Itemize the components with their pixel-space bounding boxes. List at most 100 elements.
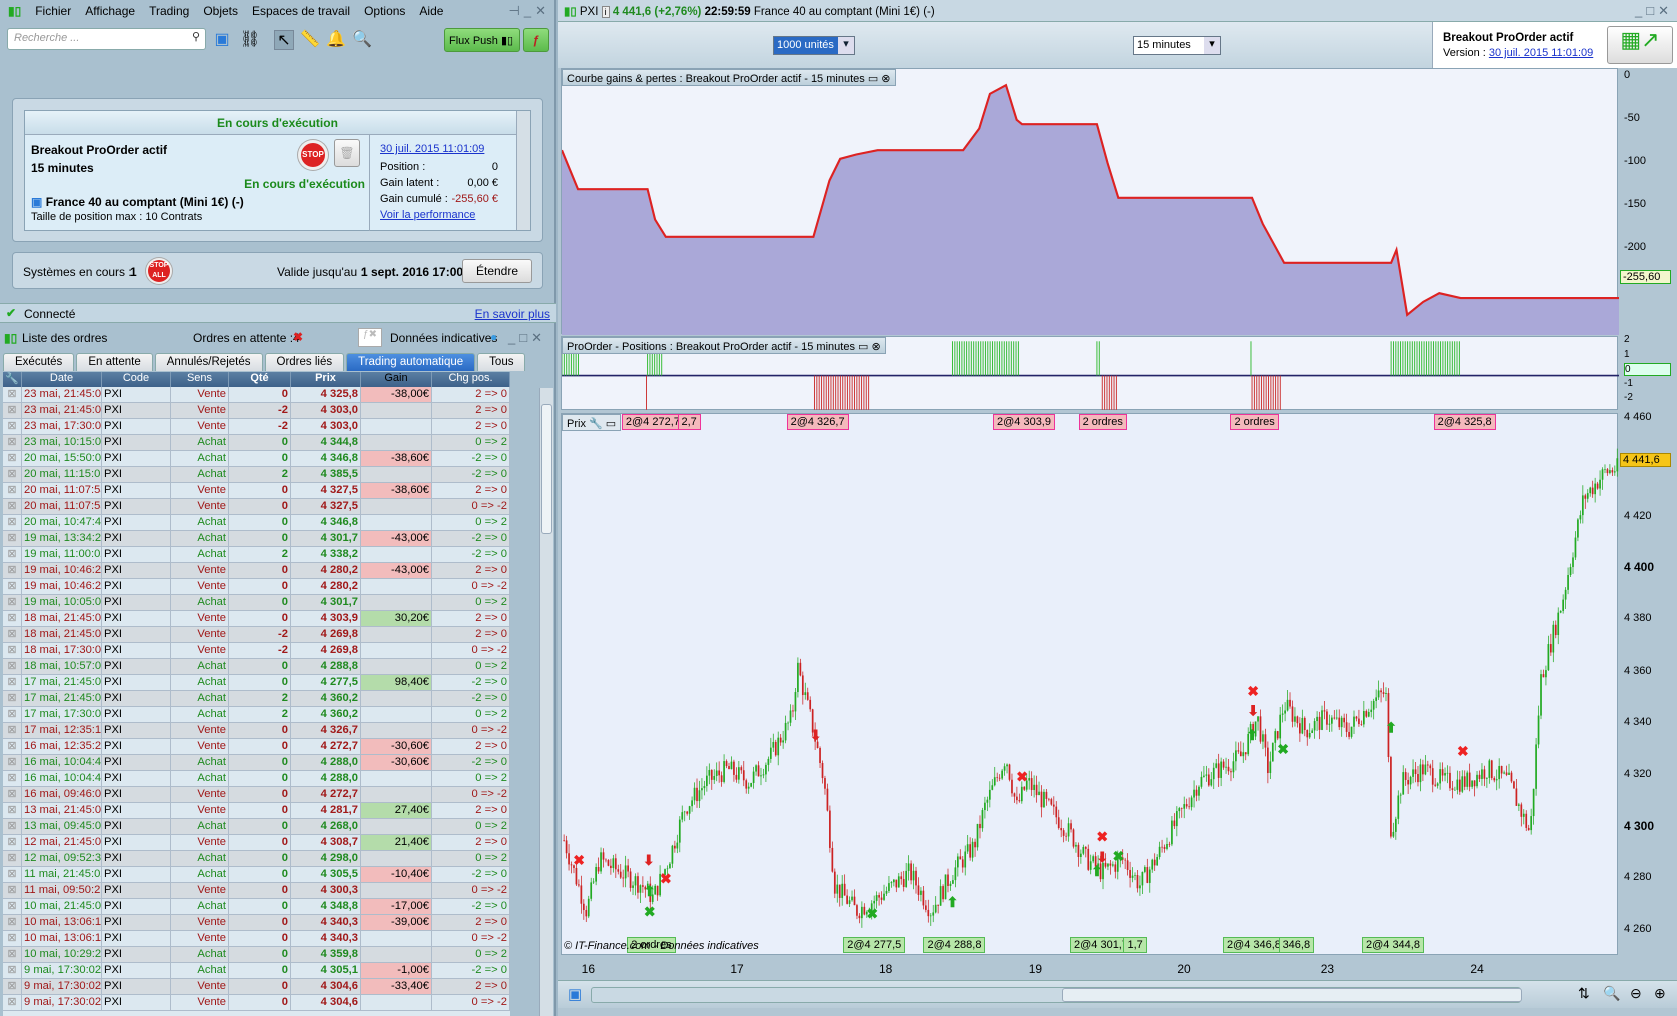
table-row[interactable]: ⊠ 19 mai, 13:34:22 PXI Achat 0 4 301,7 -43,00€…	[3, 531, 510, 547]
table-row[interactable]: ⊠ 10 mai, 21:45:02 PXI Achat 0 4 348,8 -17,00€…	[3, 899, 510, 915]
maximize-icon[interactable]: ▭	[858, 341, 868, 353]
row-cancel-icon[interactable]: ⊠	[3, 803, 22, 818]
table-row[interactable]: ⊠ 10 mai, 10:29:26 PXI Achat 0 4 359,8 0 => 2	[3, 947, 510, 963]
zoom-in-icon[interactable]: ⊕	[1654, 985, 1666, 1002]
table-row[interactable]: ⊠ 11 mai, 21:45:02 PXI Achat 0 4 305,5 -10,40€…	[3, 867, 510, 883]
row-cancel-icon[interactable]: ⊠	[3, 387, 22, 402]
table-row[interactable]: ⊠ 17 mai, 12:35:16 PXI Vente 0 4 326,7 0 => -2	[3, 723, 510, 739]
tab-5[interactable]: Tous	[477, 353, 526, 371]
order-tag[interactable]: 2@4 288,8	[923, 937, 986, 953]
row-cancel-icon[interactable]: ⊠	[3, 611, 22, 626]
alert-bell-icon[interactable]: 🔔	[326, 30, 346, 50]
menu-trading[interactable]: Trading	[149, 4, 189, 18]
table-row[interactable]: ⊠ 16 mai, 12:35:23 PXI Vente 0 4 272,7 -30,60€…	[3, 739, 510, 755]
learn-more-link[interactable]: En savoir plus	[475, 307, 550, 321]
row-cancel-icon[interactable]: ⊠	[3, 723, 22, 738]
table-row[interactable]: ⊠ 19 mai, 10:46:25 PXI Vente 0 4 280,2 -43,00€…	[3, 563, 510, 579]
column-header[interactable]: Sens	[171, 372, 229, 387]
table-row[interactable]: ⊠ 20 mai, 11:07:53 PXI Vente 0 4 327,5 0 => -2	[3, 499, 510, 515]
table-row[interactable]: ⊠ 19 mai, 11:00:02 PXI Achat 2 4 338,2 -2 => 0	[3, 547, 510, 563]
chart-window-controls[interactable]: _□✕	[1635, 3, 1673, 19]
table-row[interactable]: ⊠ 19 mai, 10:05:07 PXI Achat 0 4 301,7 0 => 2	[3, 595, 510, 611]
menu-aide[interactable]: Aide	[419, 4, 443, 18]
tab-0[interactable]: Exécutés	[3, 353, 75, 371]
link-icon[interactable]: ⛓	[240, 30, 260, 50]
row-cancel-icon[interactable]: ⊠	[3, 819, 22, 834]
settings-icon[interactable]: 🔧	[3, 372, 22, 387]
table-row[interactable]: ⊠ 13 mai, 09:45:03 PXI Achat 0 4 268,0 0 => 2	[3, 819, 510, 835]
row-cancel-icon[interactable]: ⊠	[3, 851, 22, 866]
chart-version-link[interactable]: 30 juil. 2015 11:01:09	[1489, 47, 1593, 59]
row-cancel-icon[interactable]: ⊠	[3, 931, 22, 946]
menu-fichier[interactable]: Fichier	[35, 4, 71, 18]
search-icon[interactable]: ⚲	[192, 30, 200, 43]
table-row[interactable]: ⊠ 18 mai, 10:57:02 PXI Achat 0 4 288,8 0 => 2	[3, 659, 510, 675]
flux-push-button[interactable]: Flux Push ▮▯	[444, 28, 520, 52]
table-row[interactable]: ⊠ 20 mai, 10:47:45 PXI Achat 0 4 346,8 0 => 2	[3, 515, 510, 531]
table-row[interactable]: ⊠ 17 mai, 17:30:02 PXI Achat 2 4 360,2 0 => 2	[3, 707, 510, 723]
row-cancel-icon[interactable]: ⊠	[3, 515, 22, 530]
table-row[interactable]: ⊠ 23 mai, 21:45:01 PXI Vente -2 4 303,0 2 => 0	[3, 403, 510, 419]
row-cancel-icon[interactable]: ⊠	[3, 915, 22, 930]
orders-window-controls[interactable]: _□✕	[508, 330, 546, 346]
table-row[interactable]: ⊠ 23 mai, 10:15:01 PXI Achat 0 4 344,8 0 => 2	[3, 435, 510, 451]
performance-report-icon[interactable]: ▦↗	[1607, 26, 1673, 64]
table-row[interactable]: ⊠ 20 mai, 11:07:53 PXI Vente 0 4 327,5 -38,60€…	[3, 483, 510, 499]
horizontal-scrollbar[interactable]	[591, 987, 1522, 1003]
row-cancel-icon[interactable]: ⊠	[3, 835, 22, 850]
column-header[interactable]: Code	[102, 372, 171, 387]
scroll-thumb[interactable]	[541, 404, 552, 534]
row-cancel-icon[interactable]: ⊠	[3, 643, 22, 658]
pending-orders[interactable]: Ordres en attente :4	[193, 331, 300, 345]
auto-scale-icon[interactable]: ⇅	[1578, 985, 1590, 1002]
row-cancel-icon[interactable]: ⊠	[3, 979, 22, 994]
row-cancel-icon[interactable]: ⊠	[3, 883, 22, 898]
delete-button[interactable]: 🗑	[334, 139, 360, 167]
table-row[interactable]: ⊠ 16 mai, 10:04:46 PXI Achat 0 4 288,0 0 => 2	[3, 771, 510, 787]
order-tag[interactable]: 2,7	[677, 414, 701, 430]
table-row[interactable]: ⊠ 13 mai, 21:45:01 PXI Vente 0 4 281,7 27,40€ 2…	[3, 803, 510, 819]
close-icon[interactable]: ⊗	[881, 73, 890, 85]
row-cancel-icon[interactable]: ⊠	[3, 691, 22, 706]
order-tag[interactable]: 2@4 277,5	[843, 937, 906, 953]
row-cancel-icon[interactable]: ⊠	[3, 707, 22, 722]
close-icon[interactable]: ⊗	[871, 341, 880, 353]
order-tag[interactable]: 346,8	[1278, 937, 1315, 953]
row-cancel-icon[interactable]: ⊠	[3, 659, 22, 674]
table-row[interactable]: ⊠ 20 mai, 11:15:01 PXI Achat 2 4 385,5 -2 => 0	[3, 467, 510, 483]
order-tag[interactable]: 2 ordres	[1078, 414, 1127, 430]
table-row[interactable]: ⊠ 9 mai, 17:30:02 PXI Achat 0 4 305,1 -1,00€ -2…	[3, 963, 510, 979]
vertical-zoom-icon[interactable]: 🔍	[1603, 985, 1620, 1002]
order-tag[interactable]: 1,7	[1123, 937, 1147, 953]
zoom-out-icon[interactable]: ⊖	[1630, 985, 1642, 1002]
export-icon[interactable]: ▣	[568, 985, 582, 1003]
menu-options[interactable]: Options	[364, 4, 405, 18]
row-cancel-icon[interactable]: ⊠	[3, 771, 22, 786]
row-cancel-icon[interactable]: ⊠	[3, 403, 22, 418]
zoom-icon[interactable]: 🔍	[352, 30, 372, 50]
row-cancel-icon[interactable]: ⊠	[3, 867, 22, 882]
row-cancel-icon[interactable]: ⊠	[3, 531, 22, 546]
table-row[interactable]: ⊠ 16 mai, 09:46:09 PXI Vente 0 4 272,7 0 => -2	[3, 787, 510, 803]
column-header[interactable]: Gain	[361, 372, 432, 387]
row-cancel-icon[interactable]: ⊠	[3, 899, 22, 914]
new-chart-icon[interactable]: ▣	[212, 30, 232, 50]
table-row[interactable]: ⊠ 23 mai, 17:30:01 PXI Vente -2 4 303,0 2 => 0	[3, 419, 510, 435]
tab-1[interactable]: En attente	[76, 353, 153, 371]
table-row[interactable]: ⊠ 16 mai, 10:04:46 PXI Achat 0 4 288,0 -30,60€…	[3, 755, 510, 771]
row-cancel-icon[interactable]: ⊠	[3, 755, 22, 770]
table-row[interactable]: ⊠ 12 mai, 09:52:32 PXI Achat 0 4 298,0 0 => 2	[3, 851, 510, 867]
column-header[interactable]: Qté	[229, 372, 291, 387]
tab-2[interactable]: Annulés/Rejetés	[154, 353, 263, 371]
order-tag[interactable]: 2@4 272,7	[621, 414, 684, 430]
row-cancel-icon[interactable]: ⊠	[3, 483, 22, 498]
column-header[interactable]: Date	[22, 372, 102, 387]
row-cancel-icon[interactable]: ⊠	[3, 563, 22, 578]
table-row[interactable]: ⊠ 19 mai, 10:46:25 PXI Vente 0 4 280,2 0 => -2	[3, 579, 510, 595]
stop-button[interactable]: STOP	[301, 143, 325, 167]
row-cancel-icon[interactable]: ⊠	[3, 435, 22, 450]
extend-button[interactable]: Étendre	[462, 259, 532, 283]
maximize-icon[interactable]: ▭	[606, 418, 616, 430]
row-cancel-icon[interactable]: ⊠	[3, 419, 22, 434]
info-icon[interactable]: i	[601, 6, 610, 18]
